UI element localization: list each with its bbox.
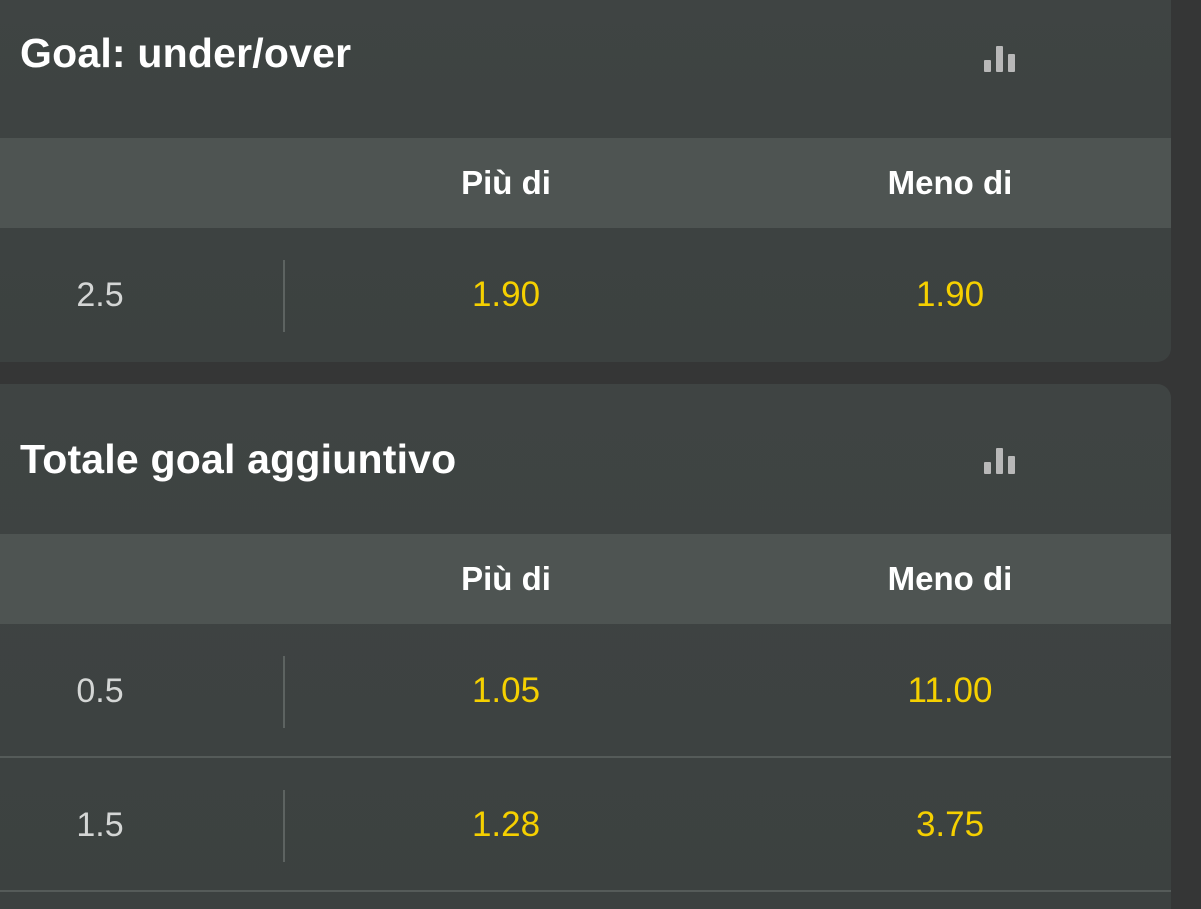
bar-chart-icon[interactable] — [984, 444, 1018, 474]
market-header[interactable]: Totale goal aggiuntivo — [0, 384, 1171, 534]
market-title: Goal: under/over — [20, 30, 352, 76]
line-value: 2.5 — [76, 276, 124, 314]
market-card-goal-under-over: Goal: under/over Più di Meno di 2.5 1.90… — [0, 0, 1171, 362]
odd-under-button[interactable]: 11.00 — [800, 624, 1100, 758]
odd-under-button[interactable]: 3.75 — [800, 758, 1100, 892]
row-divider — [283, 656, 285, 728]
betting-markets-page: Goal: under/over Più di Meno di 2.5 1.90… — [0, 0, 1201, 909]
odd-over-button[interactable]: 1.28 — [356, 758, 656, 892]
market-title: Totale goal aggiuntivo — [20, 436, 457, 482]
odds-row: 1.5 1.28 3.75 — [0, 758, 1171, 892]
market-card-totale-goal-aggiuntivo: Totale goal aggiuntivo Più di Meno di 0.… — [0, 384, 1171, 909]
column-header-over: Più di — [461, 560, 551, 597]
row-separator — [0, 890, 1171, 892]
line-value: 0.5 — [76, 672, 124, 710]
column-header-over: Più di — [461, 164, 551, 201]
column-header-row: Più di Meno di — [0, 534, 1171, 624]
odd-over-button[interactable]: 1.90 — [356, 228, 656, 362]
market-header[interactable]: Goal: under/over — [0, 0, 1171, 128]
row-divider — [283, 260, 285, 332]
column-header-row: Più di Meno di — [0, 138, 1171, 228]
odd-under-button[interactable]: 1.90 — [800, 228, 1100, 362]
odd-over-button[interactable]: 1.05 — [356, 624, 656, 758]
column-header-under: Meno di — [887, 560, 1013, 597]
bar-chart-icon[interactable] — [984, 42, 1018, 72]
line-value: 1.5 — [76, 806, 124, 844]
column-header-under: Meno di — [887, 164, 1013, 201]
odds-row: 2.5 1.90 1.90 — [0, 228, 1171, 362]
odds-row: 0.5 1.05 11.00 — [0, 624, 1171, 758]
row-divider — [283, 790, 285, 862]
